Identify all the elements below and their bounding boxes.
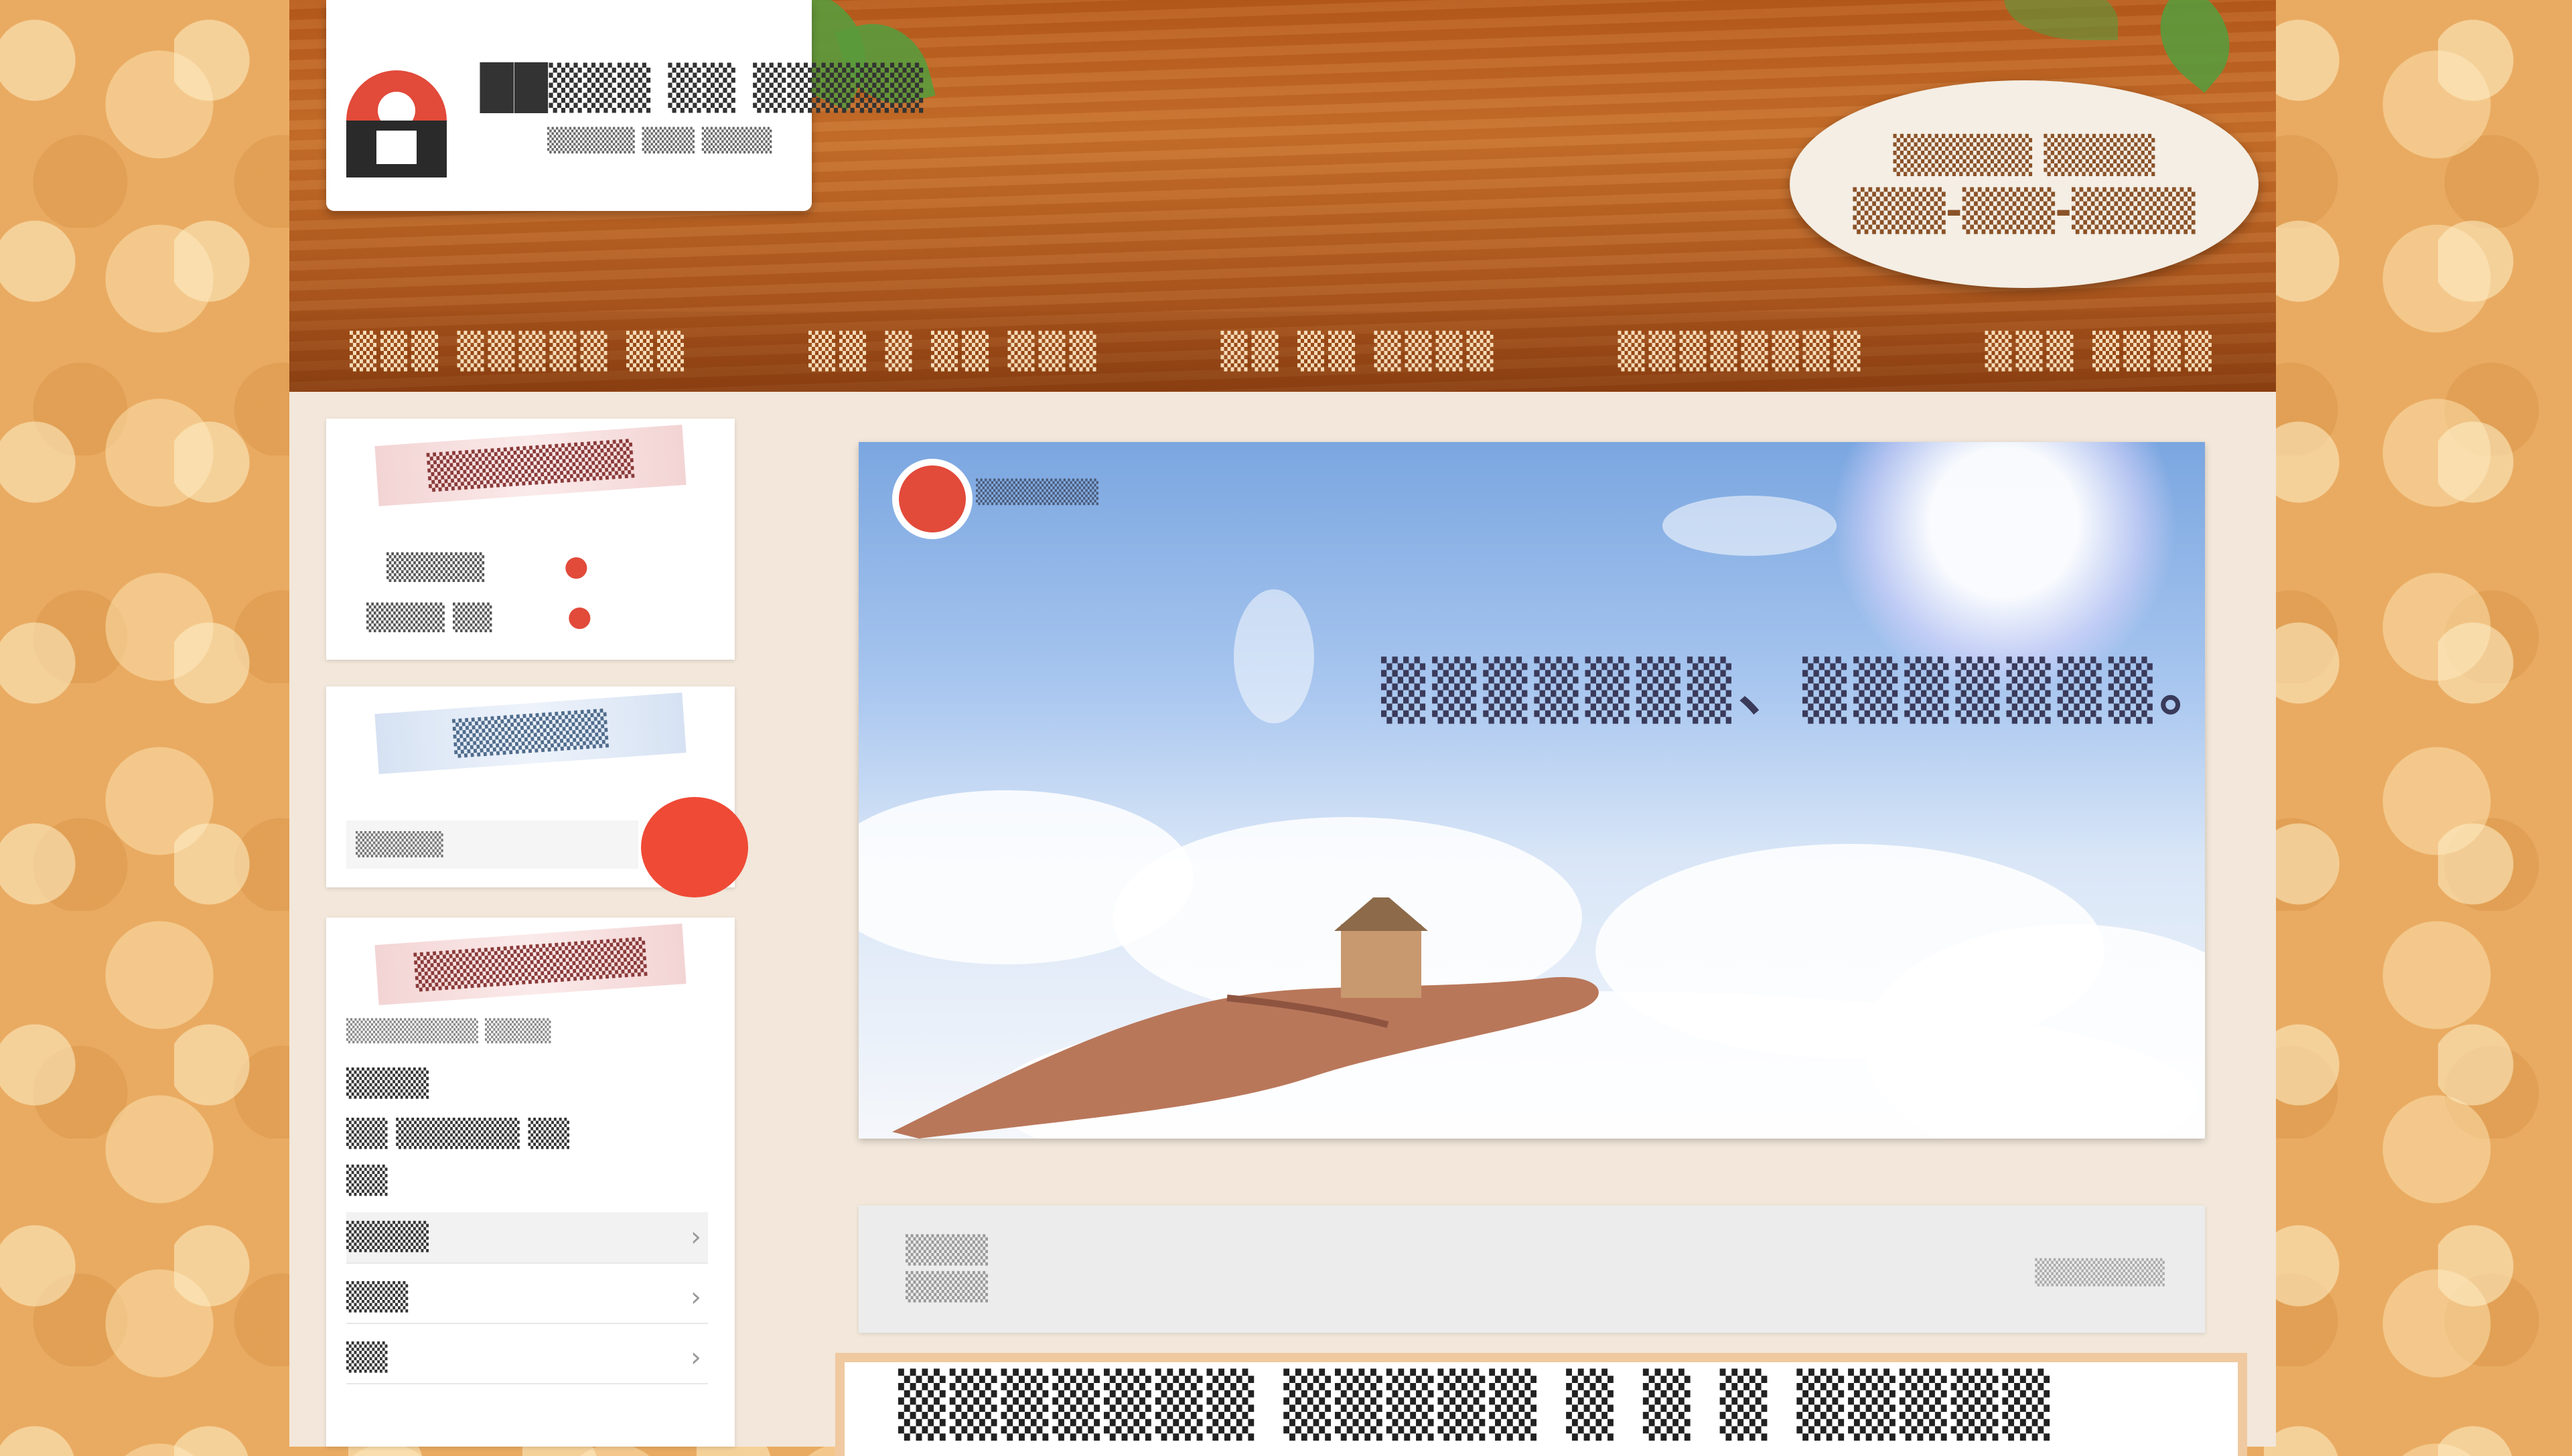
hand-with-house-icon — [892, 897, 1599, 1139]
post-date: ▒▒▒▒ — [906, 1272, 989, 1303]
chevron-right-icon: › — [691, 1282, 701, 1313]
contact-phone: ▒▒▒-▒▒▒-▒▒▒▒ — [1853, 188, 2196, 234]
widget-text[interactable]: ▒▒ — [346, 1165, 388, 1196]
list-item[interactable]: ▒▒▒ › — [346, 1272, 708, 1324]
nav-item-2[interactable]: ▒▒ ▒ ▒▒ ▒▒▒ — [808, 332, 1100, 372]
bullet-icon: ● — [564, 549, 589, 582]
cloud — [1234, 589, 1314, 723]
logo-subtitle: ▒▒▒▒▒ ▒▒▒ ▒▒▒▒ — [547, 127, 772, 154]
search-input[interactable] — [346, 820, 638, 869]
list-item[interactable]: ▒▒ › — [346, 1333, 708, 1384]
list-item-label: ▒▒▒▒ — [346, 1222, 429, 1252]
contact-badge[interactable]: ▒▒▒▒▒ ▒▒▒▒ ▒▒▒-▒▒▒-▒▒▒▒ — [1790, 80, 2259, 288]
widget-text[interactable]: ▒▒▒▒▒ — [386, 553, 484, 582]
widget-title: ▒▒▒▒▒▒ — [374, 693, 687, 774]
site-header: ██▒▒▒ ▒▒ ▒▒▒▒▒ ▒▒▒▒▒ ▒▒▒ ▒▒▒▒ ▒▒▒▒▒ ▒▒▒▒… — [289, 0, 2276, 392]
post-meta: ▒▒▒▒ ▒▒▒▒ — [906, 1232, 988, 1306]
widget-text[interactable]: ▒▒▒▒ — [346, 1068, 429, 1099]
post-meta-bar: ▒▒▒▒ ▒▒▒▒ ▒▒▒▒▒▒▒ — [859, 1206, 2205, 1333]
chevron-right-icon: › — [691, 1342, 701, 1373]
logo-text: ██▒▒▒ ▒▒ ▒▒▒▒▒ — [480, 64, 925, 113]
main-nav: ▒▒▒ ▒▒▒▒▒ ▒▒ ▒▒ ▒ ▒▒ ▒▒▒ ▒▒ ▒▒ ▒▒▒▒ ▒▒▒▒… — [289, 311, 2276, 392]
sidebar-widget-info: ▒▒▒▒▒▒▒▒ ▒▒▒▒▒ ● ▒▒▒▒ ▒▒ ● — [326, 419, 735, 660]
hero-logo-text: ▒▒▒▒▒▒▒ — [976, 479, 1099, 506]
sidebar-widget-categories: ▒▒▒▒▒▒▒▒▒ ▒▒▒▒▒▒▒▒ ▒▒▒▒ ▒▒▒▒ ▒▒ ▒▒▒▒▒▒ ▒… — [326, 918, 735, 1447]
nav-item-1[interactable]: ▒▒▒ ▒▒▒▒▒ ▒▒ — [350, 332, 688, 372]
post-author[interactable]: ▒▒▒▒▒▒▒ — [2035, 1259, 2165, 1287]
sidebar-widget-search: ▒▒▒▒▒▒ — [326, 686, 748, 897]
page: ██▒▒▒ ▒▒ ▒▒▒▒▒ ▒▒▒▒▒ ▒▒▒ ▒▒▒▒ ▒▒▒▒▒ ▒▒▒▒… — [289, 0, 2276, 1456]
logo-mark-icon — [346, 70, 447, 177]
sidebar: ▒▒▒▒▒▒▒▒ ▒▒▒▒▒ ● ▒▒▒▒ ▒▒ ● ▒▒▒▒▒▒ ▒▒▒▒▒ ▒… — [326, 409, 748, 1447]
site-logo[interactable]: ██▒▒▒ ▒▒ ▒▒▒▒▒ ▒▒▒▒▒ ▒▒▒ ▒▒▒▒ — [326, 0, 923, 211]
nav-item-3[interactable]: ▒▒ ▒▒ ▒▒▒▒ — [1221, 332, 1498, 372]
post-category[interactable]: ▒▒▒▒ — [906, 1232, 988, 1269]
search-button[interactable] — [641, 797, 748, 897]
nav-item-4[interactable]: ▒▒▒▒▒▒▒▒ — [1618, 332, 1865, 372]
hero-caption: ▒▒▒▒▒▒▒、▒▒▒▒▒▒▒。 — [1381, 657, 2205, 724]
list-item-label: ▒▒ — [346, 1342, 388, 1373]
list-item[interactable]: ▒▒▒▒ › — [346, 1212, 708, 1264]
hero-logo-icon — [892, 459, 973, 539]
contact-label: ▒▒▒▒▒ ▒▒▒▒ — [1893, 134, 2155, 176]
bullet-icon: ● — [567, 599, 592, 632]
list-item-label: ▒▒▒ — [346, 1282, 409, 1313]
cloud — [1662, 496, 1837, 556]
chevron-right-icon: › — [691, 1222, 701, 1252]
widget-text[interactable]: ▒▒▒▒▒▒▒▒ ▒▒▒▒ — [346, 1018, 551, 1043]
widget-text[interactable]: ▒▒ ▒▒▒▒▒▒ ▒▒ — [346, 1118, 569, 1149]
post-title[interactable]: ▒▒▒▒▒▒▒ ▒▒▒▒▒ ▒ ▒ ▒ ▒▒▒▒▒ — [898, 1369, 2054, 1441]
nav-item-5[interactable]: ▒▒▒ ▒▒▒▒ — [1985, 332, 2215, 372]
widget-title: ▒▒▒▒▒▒▒▒ — [374, 425, 687, 506]
widget-title: ▒▒▒▒▒▒▒▒▒ — [374, 924, 687, 1005]
widget-text[interactable]: ▒▒▒▒ ▒▒ — [366, 603, 492, 632]
hero-image: ▒▒▒▒▒▒▒ ▒▒▒▒▒▒▒、▒▒▒▒▒▒▒。 — [859, 442, 2205, 1139]
post-header: ▒▒▒▒▒▒▒ ▒▒▒▒▒ ▒ ▒ ▒ ▒▒▒▒▒ — [835, 1353, 2247, 1456]
